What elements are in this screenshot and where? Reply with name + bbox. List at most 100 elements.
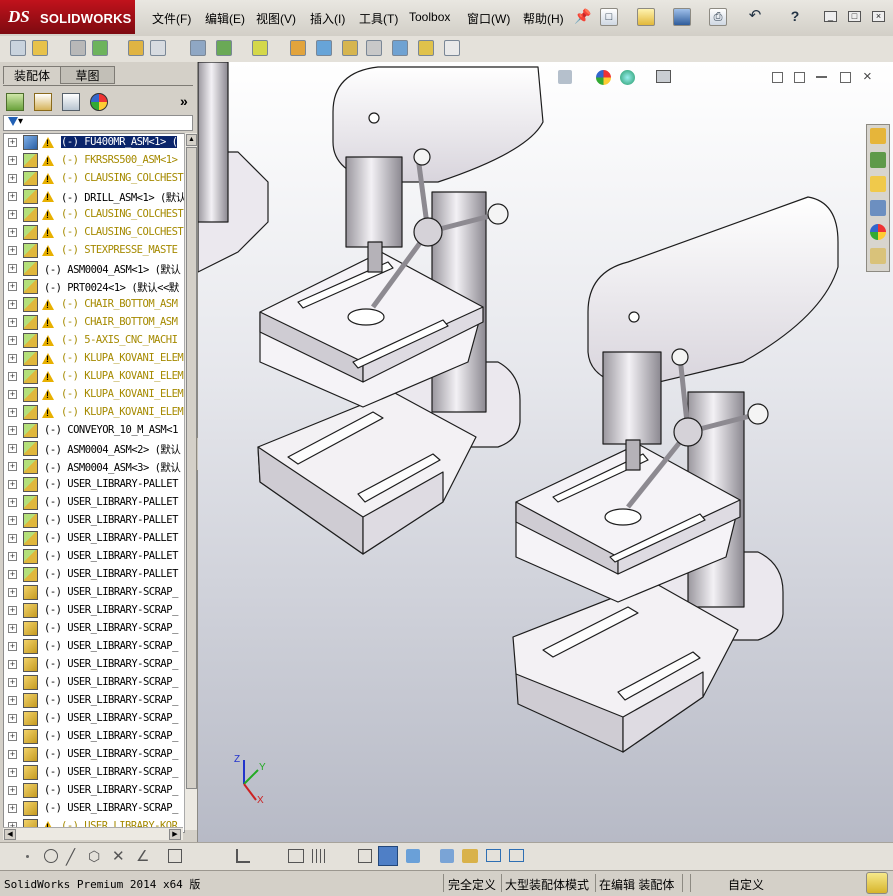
expand-icon[interactable]: + xyxy=(8,390,17,399)
tree-item[interactable]: + (-) FU400MR_ASM<1> ( xyxy=(4,134,184,152)
expand-icon[interactable]: + xyxy=(8,228,17,237)
minimize-button[interactable]: _ xyxy=(824,11,837,22)
open-icon[interactable] xyxy=(637,8,655,26)
tree-item[interactable]: + (-) DRILL_ASM<1> (默认< xyxy=(4,188,184,206)
section-icon[interactable] xyxy=(440,849,454,863)
tree-item[interactable]: + (-) USER_LIBRARY-SCRAP_ xyxy=(4,656,184,674)
menu-edit[interactable]: 编辑(E) xyxy=(205,10,245,27)
graphics-viewport[interactable]: × Z Y X xyxy=(198,62,893,842)
tree-item[interactable]: + (-) FKRSRS500_ASM<1> xyxy=(4,152,184,170)
tree-item[interactable]: + (-) USER_LIBRARY-SCRAP_ xyxy=(4,764,184,782)
expand-icon[interactable]: + xyxy=(8,336,17,345)
tree-item[interactable]: + (-) 5-AXIS_CNC_MACHI xyxy=(4,332,184,350)
scroll-up-arrow[interactable]: ▲ xyxy=(186,134,197,146)
expand-icon[interactable]: + xyxy=(8,282,17,291)
rebuild-icon[interactable] xyxy=(866,872,888,894)
expand-icon[interactable]: + xyxy=(8,318,17,327)
tree-item[interactable]: + (-) KLUPA_KOVANI_ELEM xyxy=(4,368,184,386)
tree-item[interactable]: + (-) USER_LIBRARY-SCRAP_ xyxy=(4,620,184,638)
tree-horizontal-scrollbar[interactable]: ◀ ▶ xyxy=(3,827,183,840)
smart-fasteners-icon[interactable] xyxy=(128,40,144,56)
tab-assembly[interactable]: 装配体 xyxy=(3,66,61,84)
offset-icon[interactable] xyxy=(168,849,182,863)
tree-item[interactable]: + (-) ASM0004_ASM<3> (默认 xyxy=(4,458,184,476)
new-part-icon[interactable] xyxy=(32,40,48,56)
tree-item[interactable]: + (-) CHAIR_BOTTOM_ASM xyxy=(4,296,184,314)
expand-icon[interactable]: + xyxy=(8,696,17,705)
new-document-icon[interactable]: □ xyxy=(600,8,618,26)
polygon-icon[interactable]: ⬡ xyxy=(88,848,100,865)
smart-dimension-icon[interactable] xyxy=(288,849,304,863)
pin-icon[interactable]: 📌 xyxy=(574,8,592,26)
expand-icon[interactable]: + xyxy=(8,444,17,453)
print-icon[interactable]: ⎙ xyxy=(709,8,727,26)
tree-item[interactable]: + (-) USER_LIBRARY-SCRAP_ xyxy=(4,800,184,818)
move-component-icon[interactable] xyxy=(150,40,166,56)
tree-item[interactable]: + (-) KLUPA_KOVANI_ELEM xyxy=(4,350,184,368)
interference-detection-icon[interactable] xyxy=(392,40,408,56)
expand-icon[interactable]: + xyxy=(8,462,17,471)
appearance-icon[interactable] xyxy=(870,224,886,240)
extend-icon[interactable]: ∠ xyxy=(136,847,149,865)
menu-tools[interactable]: 工具(T) xyxy=(359,10,398,27)
properties-icon[interactable] xyxy=(870,248,886,264)
tree-item[interactable]: + (-) CHAIR_BOTTOM_ASM xyxy=(4,314,184,332)
linear-pattern-icon[interactable] xyxy=(92,40,108,56)
explode-line-sketch-icon[interactable] xyxy=(366,40,382,56)
menu-window[interactable]: 窗口(W) xyxy=(467,10,510,27)
expand-icon[interactable]: + xyxy=(8,426,17,435)
tree-item[interactable]: + (-) USER_LIBRARY-SCRAP_ xyxy=(4,746,184,764)
bill-of-materials-icon[interactable] xyxy=(316,40,332,56)
new-motion-study-icon[interactable] xyxy=(290,40,306,56)
display-manager-icon[interactable] xyxy=(90,93,108,111)
expand-icon[interactable]: + xyxy=(8,516,17,525)
tree-item[interactable]: + (-) USER_LIBRARY-SCRAP_ xyxy=(4,728,184,746)
tree-item[interactable]: + (-) CLAUSING_COLCHEST xyxy=(4,206,184,224)
expand-icon[interactable]: + xyxy=(8,570,17,579)
close-button[interactable]: × xyxy=(872,11,885,22)
show-hidden-icon[interactable] xyxy=(190,40,206,56)
scroll-left-arrow[interactable]: ◀ xyxy=(4,829,16,840)
assembly-icon[interactable] xyxy=(462,849,478,863)
tree-filter-box[interactable]: ▾ xyxy=(3,115,193,131)
tree-item[interactable]: + (-) USER_LIBRARY-SCRAP_ xyxy=(4,584,184,602)
expand-icon[interactable]: + xyxy=(8,768,17,777)
folder-icon[interactable] xyxy=(870,176,886,192)
expand-icon[interactable]: + xyxy=(8,606,17,615)
tree-item[interactable]: + (-) KLUPA_KOVANI_ELEM xyxy=(4,404,184,422)
expand-icon[interactable]: + xyxy=(8,624,17,633)
expand-icon[interactable]: + xyxy=(8,534,17,543)
tab-sketch[interactable]: 草图 xyxy=(60,66,115,84)
expand-icon[interactable]: + xyxy=(8,498,17,507)
point-icon[interactable] xyxy=(26,855,29,858)
exploded-view-icon[interactable] xyxy=(342,40,358,56)
expand-icon[interactable]: + xyxy=(8,660,17,669)
expand-icon[interactable]: + xyxy=(8,156,17,165)
line-icon[interactable]: ╱ xyxy=(66,848,75,866)
expand-icon[interactable]: + xyxy=(8,210,17,219)
expand-panel-chevron[interactable]: » xyxy=(180,93,188,109)
tree-item[interactable]: + (-) STEXPRESSE_MASTE xyxy=(4,242,184,260)
expand-icon[interactable]: + xyxy=(8,732,17,741)
view-cube-icon[interactable] xyxy=(358,849,372,863)
tree-item[interactable]: + (-) KLUPA_KOVANI_ELEM xyxy=(4,386,184,404)
help-icon[interactable]: ? xyxy=(786,8,804,26)
expand-icon[interactable]: + xyxy=(8,642,17,651)
mate-icon[interactable] xyxy=(70,40,86,56)
expand-icon[interactable]: + xyxy=(8,174,17,183)
expand-icon[interactable]: + xyxy=(8,192,17,201)
menu-insert[interactable]: 插入(I) xyxy=(310,10,345,27)
expand-icon[interactable]: + xyxy=(8,138,17,147)
hide-show-items-icon[interactable] xyxy=(406,849,420,863)
assembly-features-icon[interactable] xyxy=(216,40,232,56)
expand-icon[interactable]: + xyxy=(8,264,17,273)
tree-item[interactable]: + (-) USER_LIBRARY-PALLET xyxy=(4,566,184,584)
home-icon[interactable] xyxy=(870,128,886,144)
expand-icon[interactable]: + xyxy=(8,354,17,363)
tree-item[interactable]: + (-) USER_LIBRARY-PALLET xyxy=(4,530,184,548)
clearance-verification-icon[interactable] xyxy=(418,40,434,56)
instant3d-icon[interactable] xyxy=(444,40,460,56)
property-manager-icon[interactable] xyxy=(34,93,52,111)
expand-icon[interactable]: + xyxy=(8,552,17,561)
tree-item[interactable]: + (-) USER_LIBRARY-SCRAP_ xyxy=(4,638,184,656)
